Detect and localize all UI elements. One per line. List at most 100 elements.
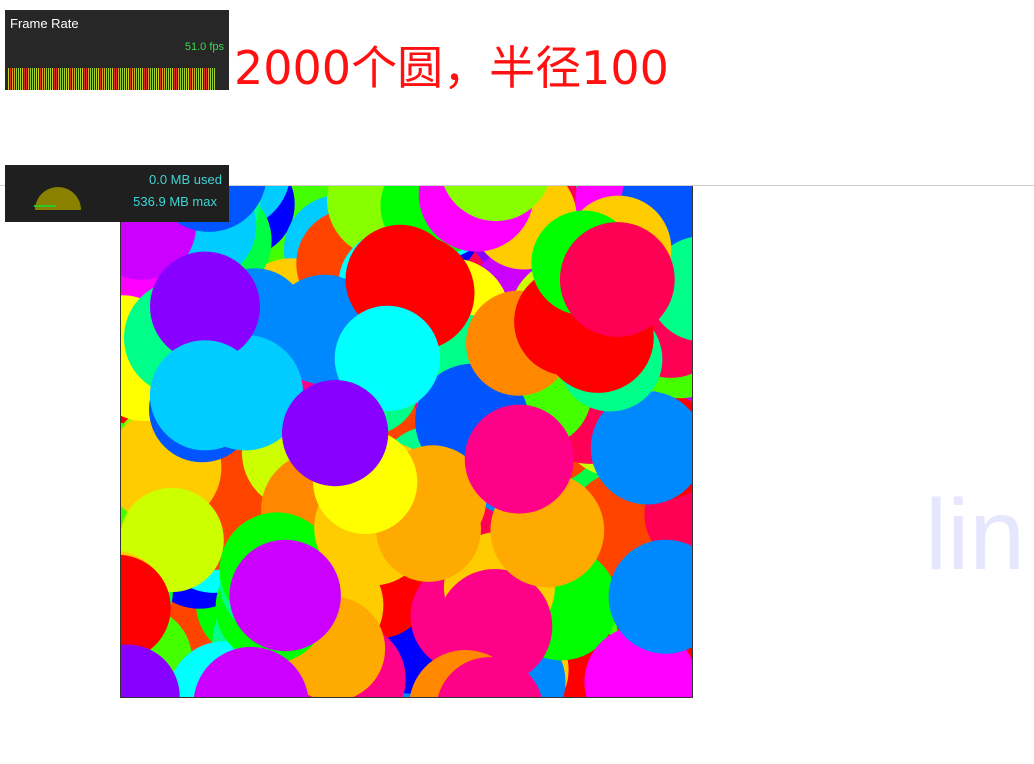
fps-history-bar: [100, 68, 101, 90]
fps-history-bar: [12, 68, 13, 90]
fps-history-bar: [50, 68, 51, 90]
fps-history-bar: [212, 68, 213, 90]
fps-monitor-panel: Frame Rate 51.0 fps: [5, 10, 229, 90]
fps-history-bar: [214, 68, 215, 90]
fps-history-bar: [14, 68, 15, 90]
fps-history-bar: [72, 68, 73, 90]
fps-history-bar: [186, 68, 187, 90]
memory-used: 0.0 MB used: [149, 172, 222, 187]
fps-history-bar: [144, 68, 145, 90]
fps-history-bar: [44, 68, 45, 90]
fps-history-bar: [52, 68, 53, 90]
fps-history-bar: [160, 68, 161, 90]
fps-history-bar: [80, 68, 81, 90]
fps-history-bar: [32, 68, 33, 90]
fps-history-bar: [174, 68, 175, 90]
fps-history-bar: [110, 68, 111, 90]
fps-history-bar: [166, 68, 167, 90]
fps-history-bar: [54, 68, 55, 90]
fps-history-bar: [148, 68, 149, 90]
fps-history-bar: [90, 68, 91, 90]
memory-monitor-panel: 0.0 MB used 536.9 MB max: [5, 165, 229, 222]
fps-history-bar: [206, 68, 207, 90]
circle-canvas[interactable]: [120, 186, 693, 698]
fps-history-bar: [130, 68, 131, 90]
fps-history-graph: [8, 68, 215, 90]
fps-history-bar: [128, 68, 129, 90]
fps-history-bar: [60, 68, 61, 90]
fps-history-bar: [88, 68, 89, 90]
fps-history-bar: [42, 68, 43, 90]
watermark-text: lin: [925, 479, 1026, 591]
fps-history-bar: [106, 68, 107, 90]
fps-value: 51.0 fps: [184, 41, 224, 53]
fps-history-bar: [178, 68, 179, 90]
fps-history-bar: [136, 68, 137, 90]
fps-history-bar: [58, 68, 59, 90]
fps-history-bar: [36, 68, 37, 90]
fps-title: Frame Rate: [10, 16, 79, 31]
circle: [282, 380, 389, 487]
fps-history-bar: [112, 68, 113, 90]
fps-history-bar: [18, 68, 19, 90]
fps-history-bar: [150, 68, 151, 90]
fps-history-bar: [96, 68, 97, 90]
fps-history-bar: [164, 68, 165, 90]
fps-history-bar: [152, 68, 153, 90]
fps-history-bar: [176, 68, 177, 90]
fps-history-bar: [22, 68, 23, 90]
fps-history-bar: [48, 68, 49, 90]
fps-history-bar: [208, 68, 209, 90]
fps-history-bar: [104, 68, 105, 90]
fps-history-bar: [170, 68, 171, 90]
fps-history-bar: [20, 68, 21, 90]
page-title: 2000个圆，半径100: [234, 41, 669, 95]
fps-history-bar: [38, 68, 39, 90]
fps-history-bar: [196, 68, 197, 90]
fps-history-bar: [184, 68, 185, 90]
fps-history-bar: [194, 68, 195, 90]
fps-history-bar: [24, 68, 25, 90]
fps-history-bar: [108, 68, 109, 90]
fps-history-bar: [30, 68, 31, 90]
circle: [464, 404, 574, 514]
circle: [559, 222, 675, 337]
fps-history-bar: [102, 68, 103, 90]
fps-history-bar: [92, 68, 93, 90]
fps-history-bar: [78, 68, 79, 90]
fps-history-bar: [142, 68, 143, 90]
fps-history-bar: [86, 68, 87, 90]
circle: [229, 539, 341, 652]
fps-history-bar: [210, 68, 211, 90]
fps-history-bar: [56, 68, 57, 90]
fps-history-bar: [46, 68, 47, 90]
fps-history-bar: [120, 68, 121, 90]
fps-history-bar: [204, 68, 205, 90]
fps-history-bar: [68, 68, 69, 90]
fps-history-bar: [192, 68, 193, 90]
fps-history-bar: [180, 68, 181, 90]
fps-history-bar: [66, 68, 67, 90]
fps-history-bar: [156, 68, 157, 90]
fps-history-bar: [198, 68, 199, 90]
fps-history-bar: [146, 68, 147, 90]
fps-history-bar: [124, 68, 125, 90]
fps-history-bar: [82, 68, 83, 90]
fps-history-bar: [8, 68, 9, 90]
fps-history-bar: [40, 68, 41, 90]
fps-history-bar: [134, 68, 135, 90]
fps-history-bar: [188, 68, 189, 90]
fps-history-bar: [74, 68, 75, 90]
fps-history-bar: [28, 68, 29, 90]
fps-history-bar: [138, 68, 139, 90]
memory-gauge-icon: [34, 187, 81, 210]
circle: [149, 340, 261, 451]
circles-svg: [121, 186, 692, 697]
fps-history-bar: [162, 68, 163, 90]
fps-history-bar: [132, 68, 133, 90]
fps-history-bar: [168, 68, 169, 90]
fps-history-bar: [154, 68, 155, 90]
fps-history-bar: [200, 68, 201, 90]
fps-history-bar: [190, 68, 191, 90]
fps-history-bar: [64, 68, 65, 90]
